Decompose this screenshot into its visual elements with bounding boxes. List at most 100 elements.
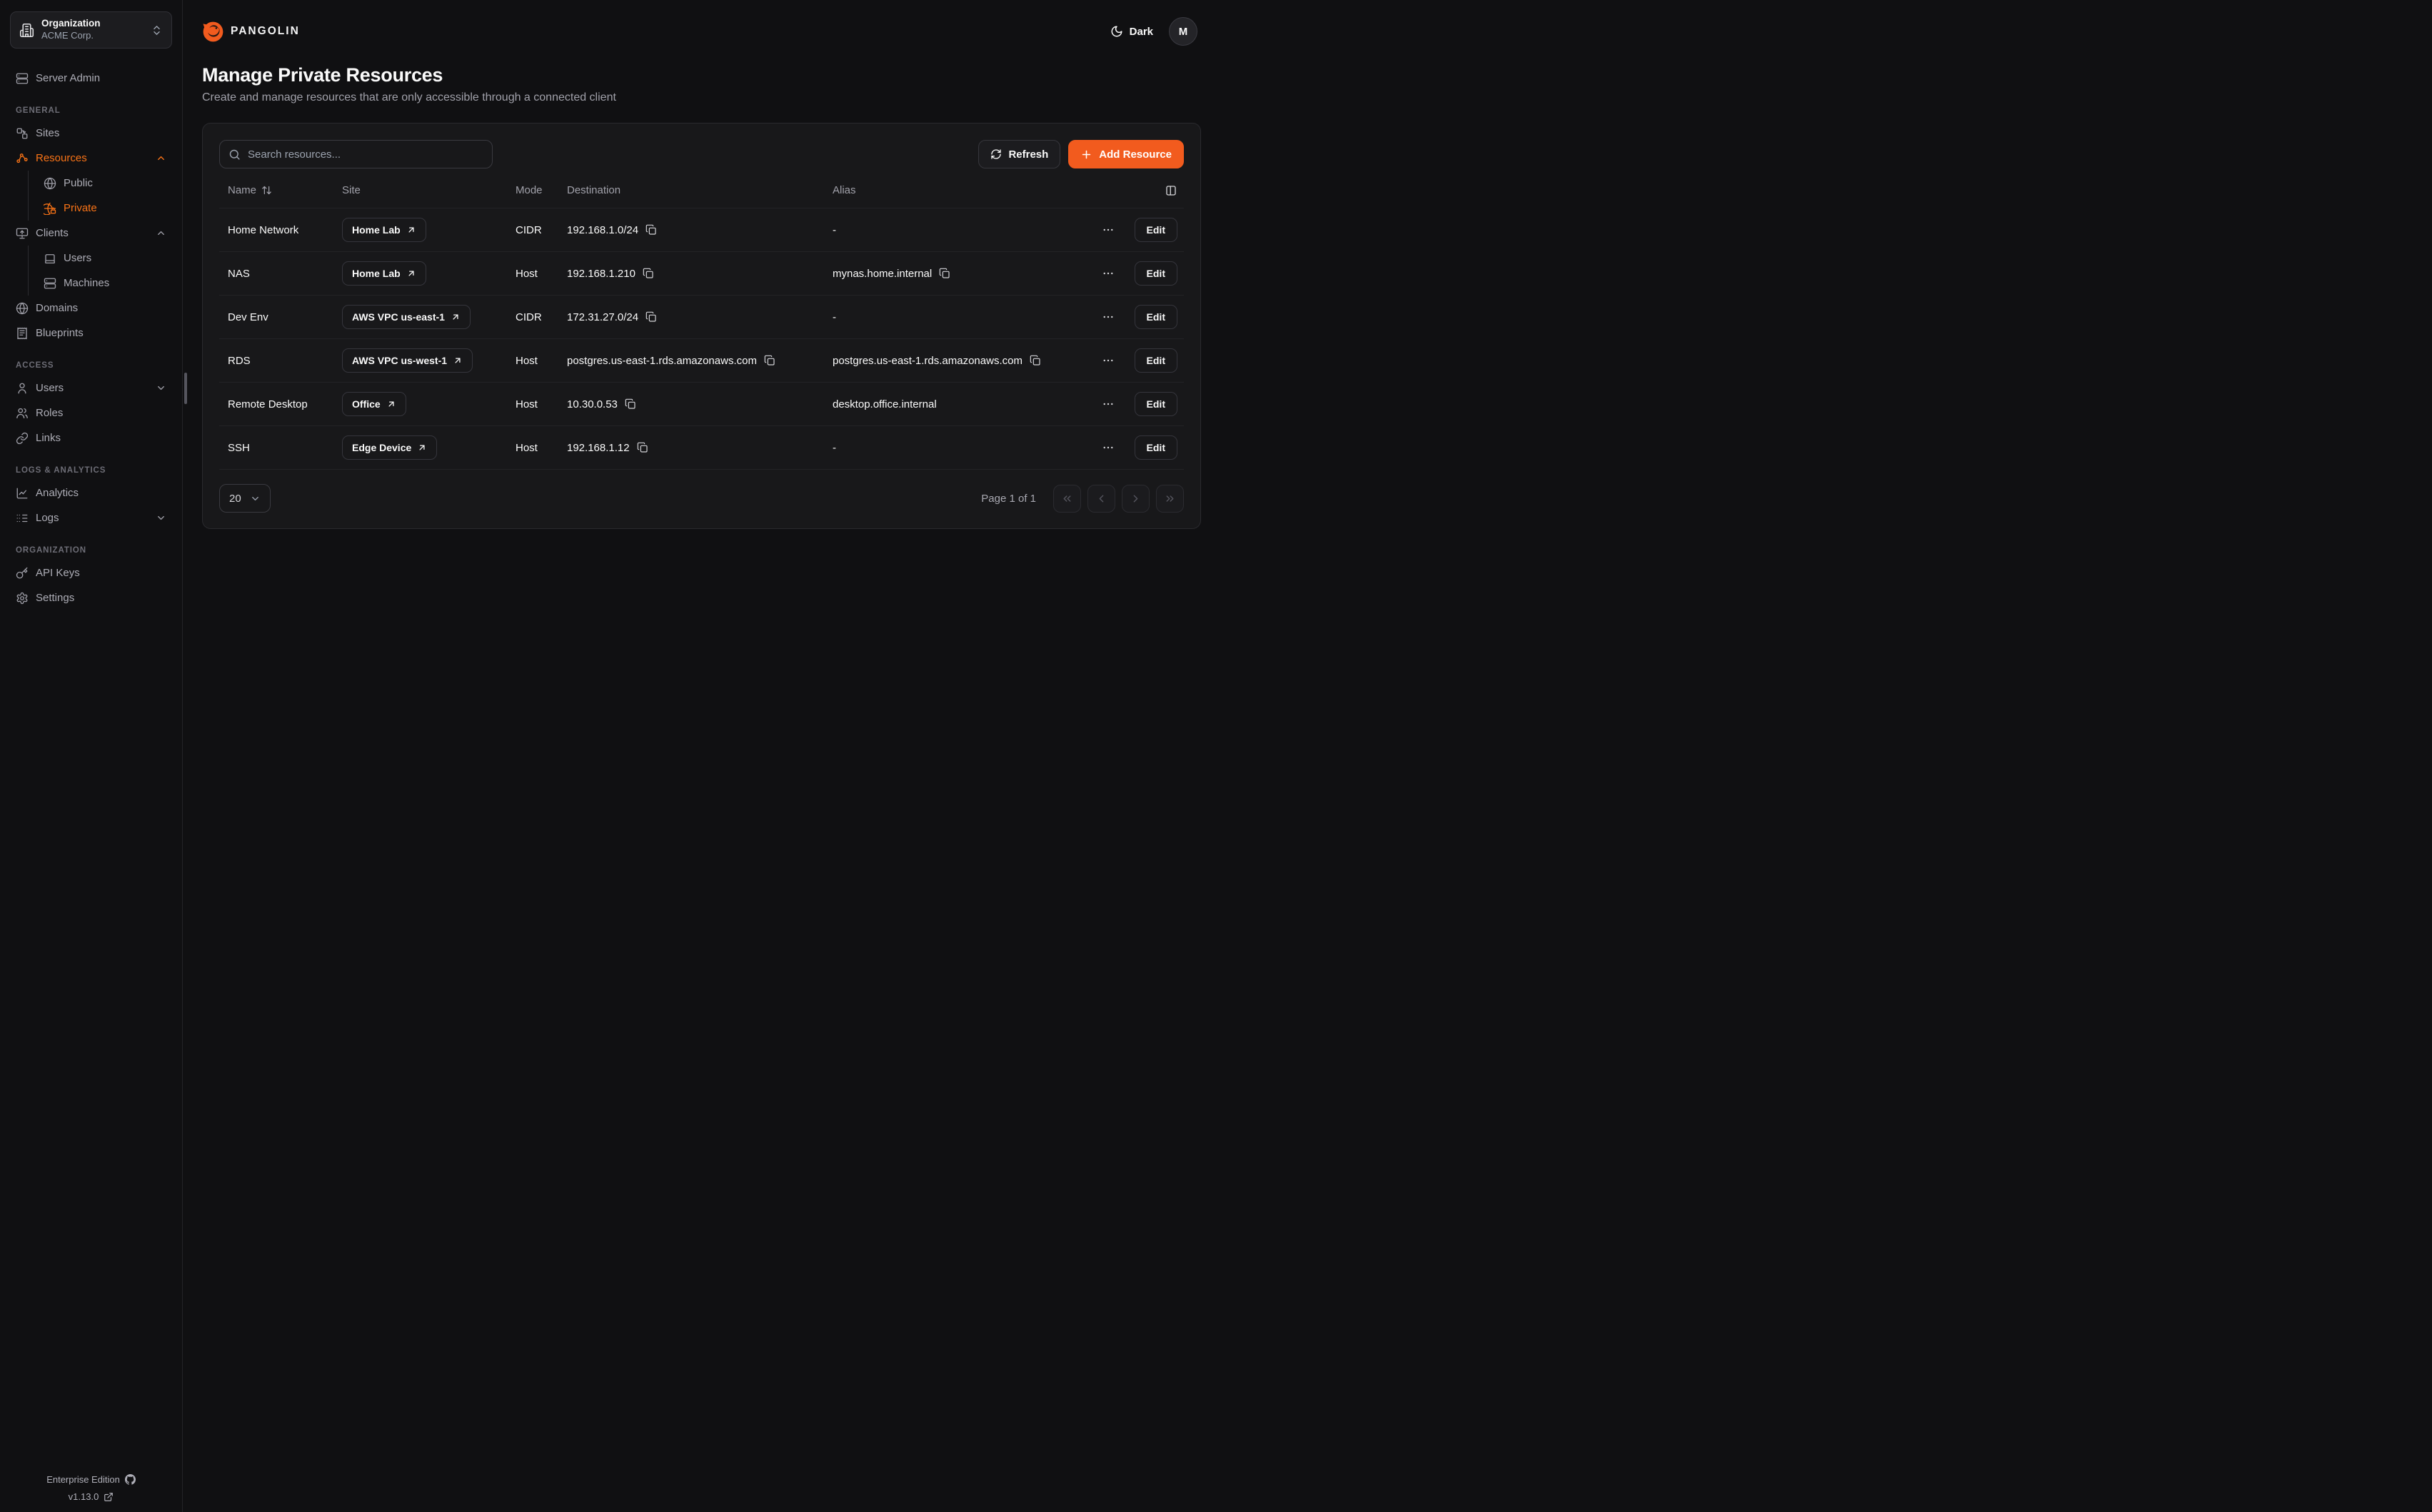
edit-button[interactable]: Edit <box>1135 218 1177 242</box>
first-page-button[interactable] <box>1053 485 1081 513</box>
copy-alias-button[interactable] <box>939 268 950 279</box>
chevron-down-icon <box>156 513 166 523</box>
sidebar-item-server-admin[interactable]: Server Admin <box>10 66 172 91</box>
copy-icon <box>645 224 657 236</box>
row-menu-button[interactable] <box>1100 441 1116 454</box>
copy-destination-button[interactable] <box>625 398 636 410</box>
sidebar-item-roles[interactable]: Roles <box>10 400 172 425</box>
site-link-button[interactable]: AWS VPC us-east-1 <box>342 305 471 329</box>
column-header-name: Name <box>228 184 342 196</box>
site-link-button[interactable]: Office <box>342 392 406 416</box>
globe-icon <box>44 177 56 190</box>
org-switcher[interactable]: Organization ACME Corp. <box>10 11 172 49</box>
last-page-button[interactable] <box>1156 485 1184 513</box>
cell-destination: 172.31.27.0/24 <box>567 311 833 323</box>
cell-destination: 192.168.1.210 <box>567 268 833 280</box>
sidebar-item-domains[interactable]: Domains <box>10 296 172 321</box>
cell-mode: Host <box>516 355 567 367</box>
main-content: PANGOLIN Dark M Manage Private Resources… <box>184 0 1216 529</box>
cell-alias: postgres.us-east-1.rds.amazonaws.com <box>833 355 1086 367</box>
table-row: NAS Home Lab Host 192.168.1.210 mynas.ho… <box>219 252 1184 296</box>
laptop-icon <box>44 252 56 265</box>
ellipsis-icon <box>1102 441 1115 454</box>
site-link-button[interactable]: Edge Device <box>342 435 437 460</box>
cell-mode: CIDR <box>516 224 567 236</box>
edit-button[interactable]: Edit <box>1135 348 1177 373</box>
sidebar-item-public[interactable]: Public <box>38 171 172 196</box>
table-header: Name Site Mode Destination Alias <box>219 173 1184 208</box>
copy-icon <box>1030 355 1041 366</box>
cell-destination: 192.168.1.0/24 <box>567 224 833 236</box>
server-icon <box>44 277 56 290</box>
sidebar-nav: Server Admin GENERAL Sites Resources Pub… <box>0 66 182 610</box>
monitor-up-icon <box>16 227 29 240</box>
row-menu-button[interactable] <box>1100 223 1116 236</box>
edition-link[interactable]: Enterprise Edition <box>46 1474 136 1485</box>
sidebar-item-machines[interactable]: Machines <box>38 271 172 296</box>
plus-icon <box>1080 148 1092 161</box>
sidebar-item-api-keys[interactable]: API Keys <box>10 560 172 585</box>
copy-icon <box>764 355 775 366</box>
copy-alias-button[interactable] <box>1030 355 1041 366</box>
sidebar-item-users[interactable]: Users <box>10 376 172 400</box>
copy-destination-button[interactable] <box>645 224 657 236</box>
row-menu-button[interactable] <box>1100 267 1116 280</box>
edit-button[interactable]: Edit <box>1135 261 1177 286</box>
columns-icon[interactable] <box>1165 184 1177 197</box>
sidebar-item-sites[interactable]: Sites <box>10 121 172 146</box>
cell-name: Dev Env <box>228 311 342 323</box>
copy-destination-button[interactable] <box>645 311 657 323</box>
chevron-up-icon <box>156 153 166 163</box>
next-page-button[interactable] <box>1122 485 1150 513</box>
add-resource-button[interactable]: Add Resource <box>1068 140 1184 168</box>
table-toolbar: Refresh Add Resource <box>219 140 1184 168</box>
sidebar-item-settings[interactable]: Settings <box>10 585 172 610</box>
edit-button[interactable]: Edit <box>1135 392 1177 416</box>
server-icon <box>16 72 29 85</box>
ellipsis-icon <box>1102 267 1115 280</box>
edit-button[interactable]: Edit <box>1135 305 1177 329</box>
theme-toggle-button[interactable]: Dark <box>1110 25 1153 38</box>
sidebar-item-resources[interactable]: Resources <box>10 146 172 171</box>
version-link[interactable]: v1.13.0 <box>69 1491 114 1502</box>
copy-destination-button[interactable] <box>643 268 654 279</box>
copy-destination-button[interactable] <box>764 355 775 366</box>
site-link-button[interactable]: AWS VPC us-west-1 <box>342 348 473 373</box>
sidebar-item-client-users[interactable]: Users <box>38 246 172 271</box>
site-link-button[interactable]: Home Lab <box>342 218 426 242</box>
sidebar-item-blueprints[interactable]: Blueprints <box>10 321 172 346</box>
column-header-destination: Destination <box>567 184 833 196</box>
sort-icon[interactable] <box>261 185 272 196</box>
cell-alias: mynas.home.internal <box>833 268 1086 280</box>
sidebar-item-links[interactable]: Links <box>10 425 172 450</box>
nav-section-general: GENERAL <box>16 106 166 115</box>
copy-destination-button[interactable] <box>637 442 648 453</box>
sidebar-item-private[interactable]: Private <box>38 196 172 221</box>
row-menu-button[interactable] <box>1100 398 1116 410</box>
sidebar-item-clients[interactable]: Clients <box>10 221 172 246</box>
chart-line-icon <box>16 487 29 500</box>
search-input[interactable] <box>248 148 483 161</box>
row-menu-button[interactable] <box>1100 354 1116 367</box>
chevrons-right-icon <box>1164 493 1176 505</box>
site-link-button[interactable]: Home Lab <box>342 261 426 286</box>
link-icon <box>16 432 29 445</box>
page-size-select[interactable]: 20 <box>219 484 271 513</box>
clients-subnav: Users Machines <box>28 246 172 296</box>
sidebar-item-logs[interactable]: Logs <box>10 505 172 530</box>
ellipsis-icon <box>1102 354 1115 367</box>
sidebar-scrollbar-thumb[interactable] <box>184 373 187 404</box>
cell-mode: Host <box>516 268 567 280</box>
users-icon <box>16 407 29 420</box>
ellipsis-icon <box>1102 398 1115 410</box>
avatar[interactable]: M <box>1169 17 1197 46</box>
table-row: Remote Desktop Office Host 10.30.0.53 de… <box>219 383 1184 426</box>
refresh-button[interactable]: Refresh <box>978 140 1060 168</box>
prev-page-button[interactable] <box>1087 485 1115 513</box>
row-menu-button[interactable] <box>1100 311 1116 323</box>
nav-section-organization: ORGANIZATION <box>16 546 166 555</box>
copy-icon <box>625 398 636 410</box>
edit-button[interactable]: Edit <box>1135 435 1177 460</box>
sidebar-item-analytics[interactable]: Analytics <box>10 480 172 505</box>
arrow-up-right-icon <box>406 268 416 278</box>
